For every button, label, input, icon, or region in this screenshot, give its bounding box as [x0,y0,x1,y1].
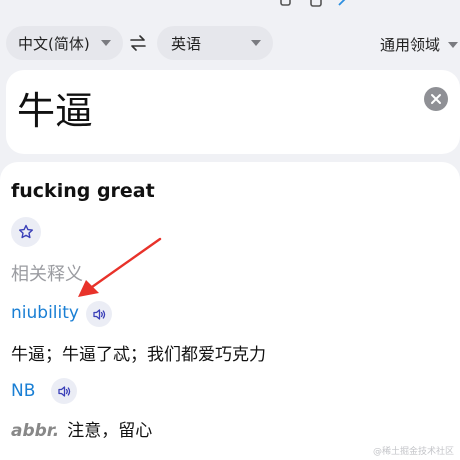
domain-select[interactable]: 通用领域 [380,34,459,55]
source-language-select[interactable]: 中文(简体) [6,26,123,60]
copy-icon[interactable] [279,0,293,7]
source-text-input[interactable]: 牛逼 [17,80,93,135]
swap-icon[interactable] [129,34,147,52]
source-input-card[interactable]: 牛逼 [6,70,460,154]
entry-definition-row: abbr. 注意，留心 [11,416,152,441]
watermark: @稀土掘金技术社区 [372,447,454,457]
entry-definition: 牛逼；牛逼了忒；我们都爱巧克力 [11,345,266,365]
pin-icon[interactable] [337,0,351,7]
target-language-label: 英语 [171,34,202,53]
target-language-select[interactable]: 英语 [157,26,273,60]
translation-text: fucking great [11,180,155,202]
result-card: fucking great 相关释义 niubility 牛逼；牛逼了忒；我们都… [0,162,460,460]
domain-label: 通用领域 [380,36,441,54]
chevron-down-icon [251,40,261,46]
top-toolbar-strip [0,0,460,8]
chevron-down-icon [448,41,459,48]
chevron-down-icon [101,40,111,46]
share-icon[interactable] [309,0,323,7]
related-definitions-title: 相关释义 [11,264,83,285]
source-language-label: 中文(简体) [18,34,90,53]
clear-icon[interactable] [424,87,448,111]
entry-word[interactable]: niubility [11,303,79,323]
speaker-icon[interactable] [86,301,112,327]
star-icon[interactable] [11,217,41,247]
speaker-icon[interactable] [51,378,77,404]
part-of-speech: abbr. [11,421,60,441]
language-bar: 中文(简体) 英语 通用领域 [0,26,460,60]
entry-definition: 注意，留心 [67,421,153,441]
entry-word[interactable]: NB [11,381,35,401]
